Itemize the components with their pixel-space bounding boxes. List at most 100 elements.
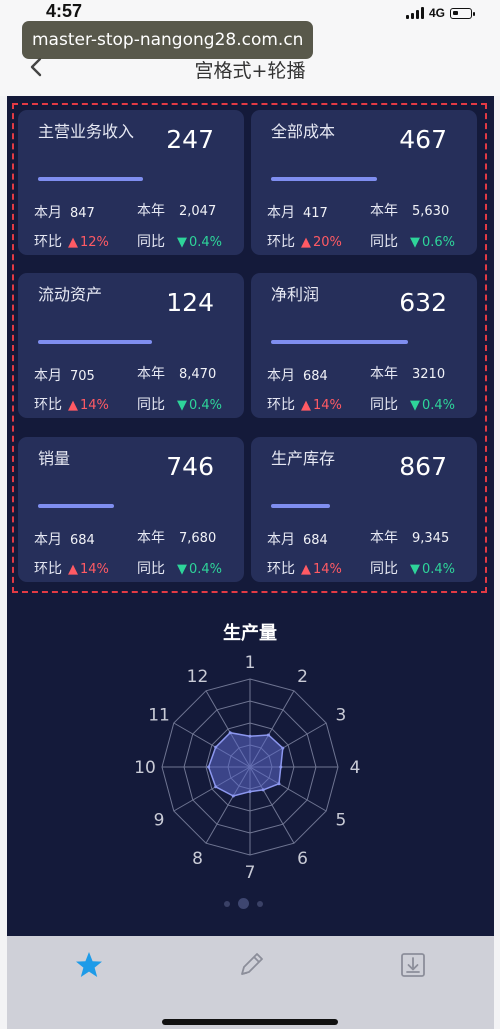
radar-title: 生产量 bbox=[223, 623, 277, 644]
mom-label: 环比 bbox=[267, 234, 295, 250]
month-value: 705 bbox=[70, 369, 95, 384]
star-icon[interactable] bbox=[72, 948, 106, 982]
yoy-row: 同比 ▼ 0.4% bbox=[137, 558, 222, 578]
radar-axis-label: 1 bbox=[245, 653, 256, 673]
kpi-label: 净利润 bbox=[271, 285, 320, 304]
kpi-progress-bar bbox=[271, 340, 408, 344]
radar-point bbox=[248, 790, 252, 794]
month-label: 本月 bbox=[34, 368, 62, 384]
year-value: 2,047 bbox=[179, 204, 217, 219]
mom-row: 环比 ▲ 14% bbox=[267, 558, 342, 578]
mom-row: 环比 ▲ 12% bbox=[34, 231, 109, 251]
radar-series-area bbox=[207, 731, 284, 797]
kpi-card[interactable]: 销量 746 本月 684 本年 7,680 环比 ▲ 14% 同比 ▼ 0.4% bbox=[18, 437, 244, 582]
kpi-value: 247 bbox=[166, 125, 214, 154]
radar-axis-label: 12 bbox=[187, 667, 209, 687]
year-label: 本年 bbox=[137, 203, 165, 219]
month-row: 本月 705 bbox=[34, 365, 95, 385]
yoy-label: 同比 bbox=[370, 234, 398, 250]
tab-bar bbox=[7, 936, 494, 1029]
month-value: 847 bbox=[70, 206, 95, 221]
mom-label: 环比 bbox=[34, 234, 62, 250]
yoy-arrow-icon: ▼ bbox=[177, 398, 187, 413]
month-value: 684 bbox=[303, 533, 328, 548]
month-label: 本月 bbox=[267, 368, 295, 384]
month-row: 本月 684 bbox=[267, 529, 328, 549]
month-label: 本月 bbox=[34, 205, 62, 221]
month-row: 本月 684 bbox=[267, 365, 328, 385]
pager-dot[interactable] bbox=[224, 900, 230, 907]
kpi-card[interactable]: 主营业务收入 247 本月 847 本年 2,047 环比 ▲ 12% 同比 ▼ 0.4% bbox=[18, 110, 244, 255]
mom-arrow-icon: ▲ bbox=[301, 398, 311, 413]
mom-arrow-icon: ▲ bbox=[68, 398, 78, 413]
month-row: 本月 847 bbox=[34, 202, 95, 222]
kpi-value: 746 bbox=[166, 452, 214, 481]
radar-axis-label: 6 bbox=[297, 849, 308, 869]
radar-axis-label: 3 bbox=[336, 706, 347, 726]
month-row: 本月 684 bbox=[34, 529, 95, 549]
radar-axis-label: 5 bbox=[336, 811, 347, 831]
radar-point bbox=[266, 733, 270, 737]
mom-arrow-icon: ▲ bbox=[301, 235, 311, 250]
year-value: 5,630 bbox=[412, 204, 450, 219]
mom-row: 环比 ▲ 14% bbox=[34, 558, 109, 578]
mom-arrow-icon: ▲ bbox=[68, 562, 78, 577]
radar-chart: 123456789101112 bbox=[134, 653, 360, 883]
radar-axis-label: 7 bbox=[245, 863, 256, 883]
yoy-label: 同比 bbox=[137, 234, 165, 250]
yoy-value: 0.6% bbox=[422, 235, 456, 250]
mom-label: 环比 bbox=[34, 397, 62, 413]
kpi-label: 流动资产 bbox=[38, 285, 103, 304]
yoy-row: 同比 ▼ 0.4% bbox=[137, 231, 222, 251]
pager-dot[interactable] bbox=[238, 898, 249, 909]
pager-dot[interactable] bbox=[257, 900, 263, 907]
radar-point bbox=[214, 745, 218, 749]
kpi-card[interactable]: 流动资产 124 本月 705 本年 8,470 环比 ▲ 14% 同比 ▼ 0.4% bbox=[18, 273, 244, 418]
yoy-arrow-icon: ▼ bbox=[177, 562, 187, 577]
battery-icon bbox=[450, 7, 475, 19]
status-indicators: 4G bbox=[405, 6, 475, 20]
yoy-arrow-icon: ▼ bbox=[177, 235, 187, 250]
radar-point bbox=[279, 765, 283, 769]
month-value: 684 bbox=[303, 369, 328, 384]
kpi-card[interactable]: 生产库存 867 本月 684 本年 9,345 环比 ▲ 14% 同比 ▼ 0.4% bbox=[251, 437, 477, 582]
year-value: 8,470 bbox=[179, 367, 217, 382]
download-icon[interactable] bbox=[396, 948, 430, 982]
kpi-value: 632 bbox=[399, 288, 447, 317]
kpi-card[interactable]: 全部成本 467 本月 417 本年 5,630 环比 ▲ 20% 同比 ▼ 0.6% bbox=[251, 110, 477, 255]
yoy-row: 同比 ▼ 0.4% bbox=[370, 558, 455, 578]
radar-point bbox=[228, 731, 232, 735]
mom-value: 14% bbox=[80, 398, 109, 413]
month-label: 本月 bbox=[267, 532, 295, 548]
year-value: 3210 bbox=[412, 367, 446, 382]
kpi-value: 867 bbox=[399, 452, 447, 481]
radar-axis-label: 2 bbox=[297, 667, 308, 687]
radar-point bbox=[231, 794, 235, 798]
mom-row: 环比 ▲ 14% bbox=[267, 394, 342, 414]
mom-label: 环比 bbox=[267, 397, 295, 413]
yoy-label: 同比 bbox=[137, 397, 165, 413]
year-label: 本年 bbox=[137, 530, 165, 546]
mom-value: 12% bbox=[80, 235, 109, 250]
yoy-row: 同比 ▼ 0.4% bbox=[137, 394, 222, 414]
year-label: 本年 bbox=[370, 203, 398, 219]
signal-icon bbox=[405, 7, 424, 19]
mom-value: 14% bbox=[313, 562, 342, 577]
radar-point bbox=[207, 765, 211, 769]
radar-point bbox=[248, 734, 252, 738]
kpi-progress-bar bbox=[38, 340, 152, 344]
year-value: 9,345 bbox=[412, 531, 450, 546]
radar-point bbox=[277, 782, 281, 786]
year-row: 本年 2,047 bbox=[137, 200, 216, 220]
year-label: 本年 bbox=[370, 366, 398, 382]
yoy-value: 0.4% bbox=[189, 398, 223, 413]
pencil-icon[interactable] bbox=[234, 948, 268, 982]
radar-axis-label: 10 bbox=[134, 758, 156, 778]
home-indicator bbox=[162, 1019, 338, 1025]
kpi-label: 生产库存 bbox=[271, 449, 336, 468]
year-row: 本年 9,345 bbox=[370, 527, 449, 547]
kpi-card[interactable]: 净利润 632 本月 684 本年 3210 环比 ▲ 14% 同比 ▼ 0.4% bbox=[251, 273, 477, 418]
kpi-label: 全部成本 bbox=[271, 122, 336, 141]
yoy-row: 同比 ▼ 0.6% bbox=[370, 231, 455, 251]
yoy-label: 同比 bbox=[370, 397, 398, 413]
